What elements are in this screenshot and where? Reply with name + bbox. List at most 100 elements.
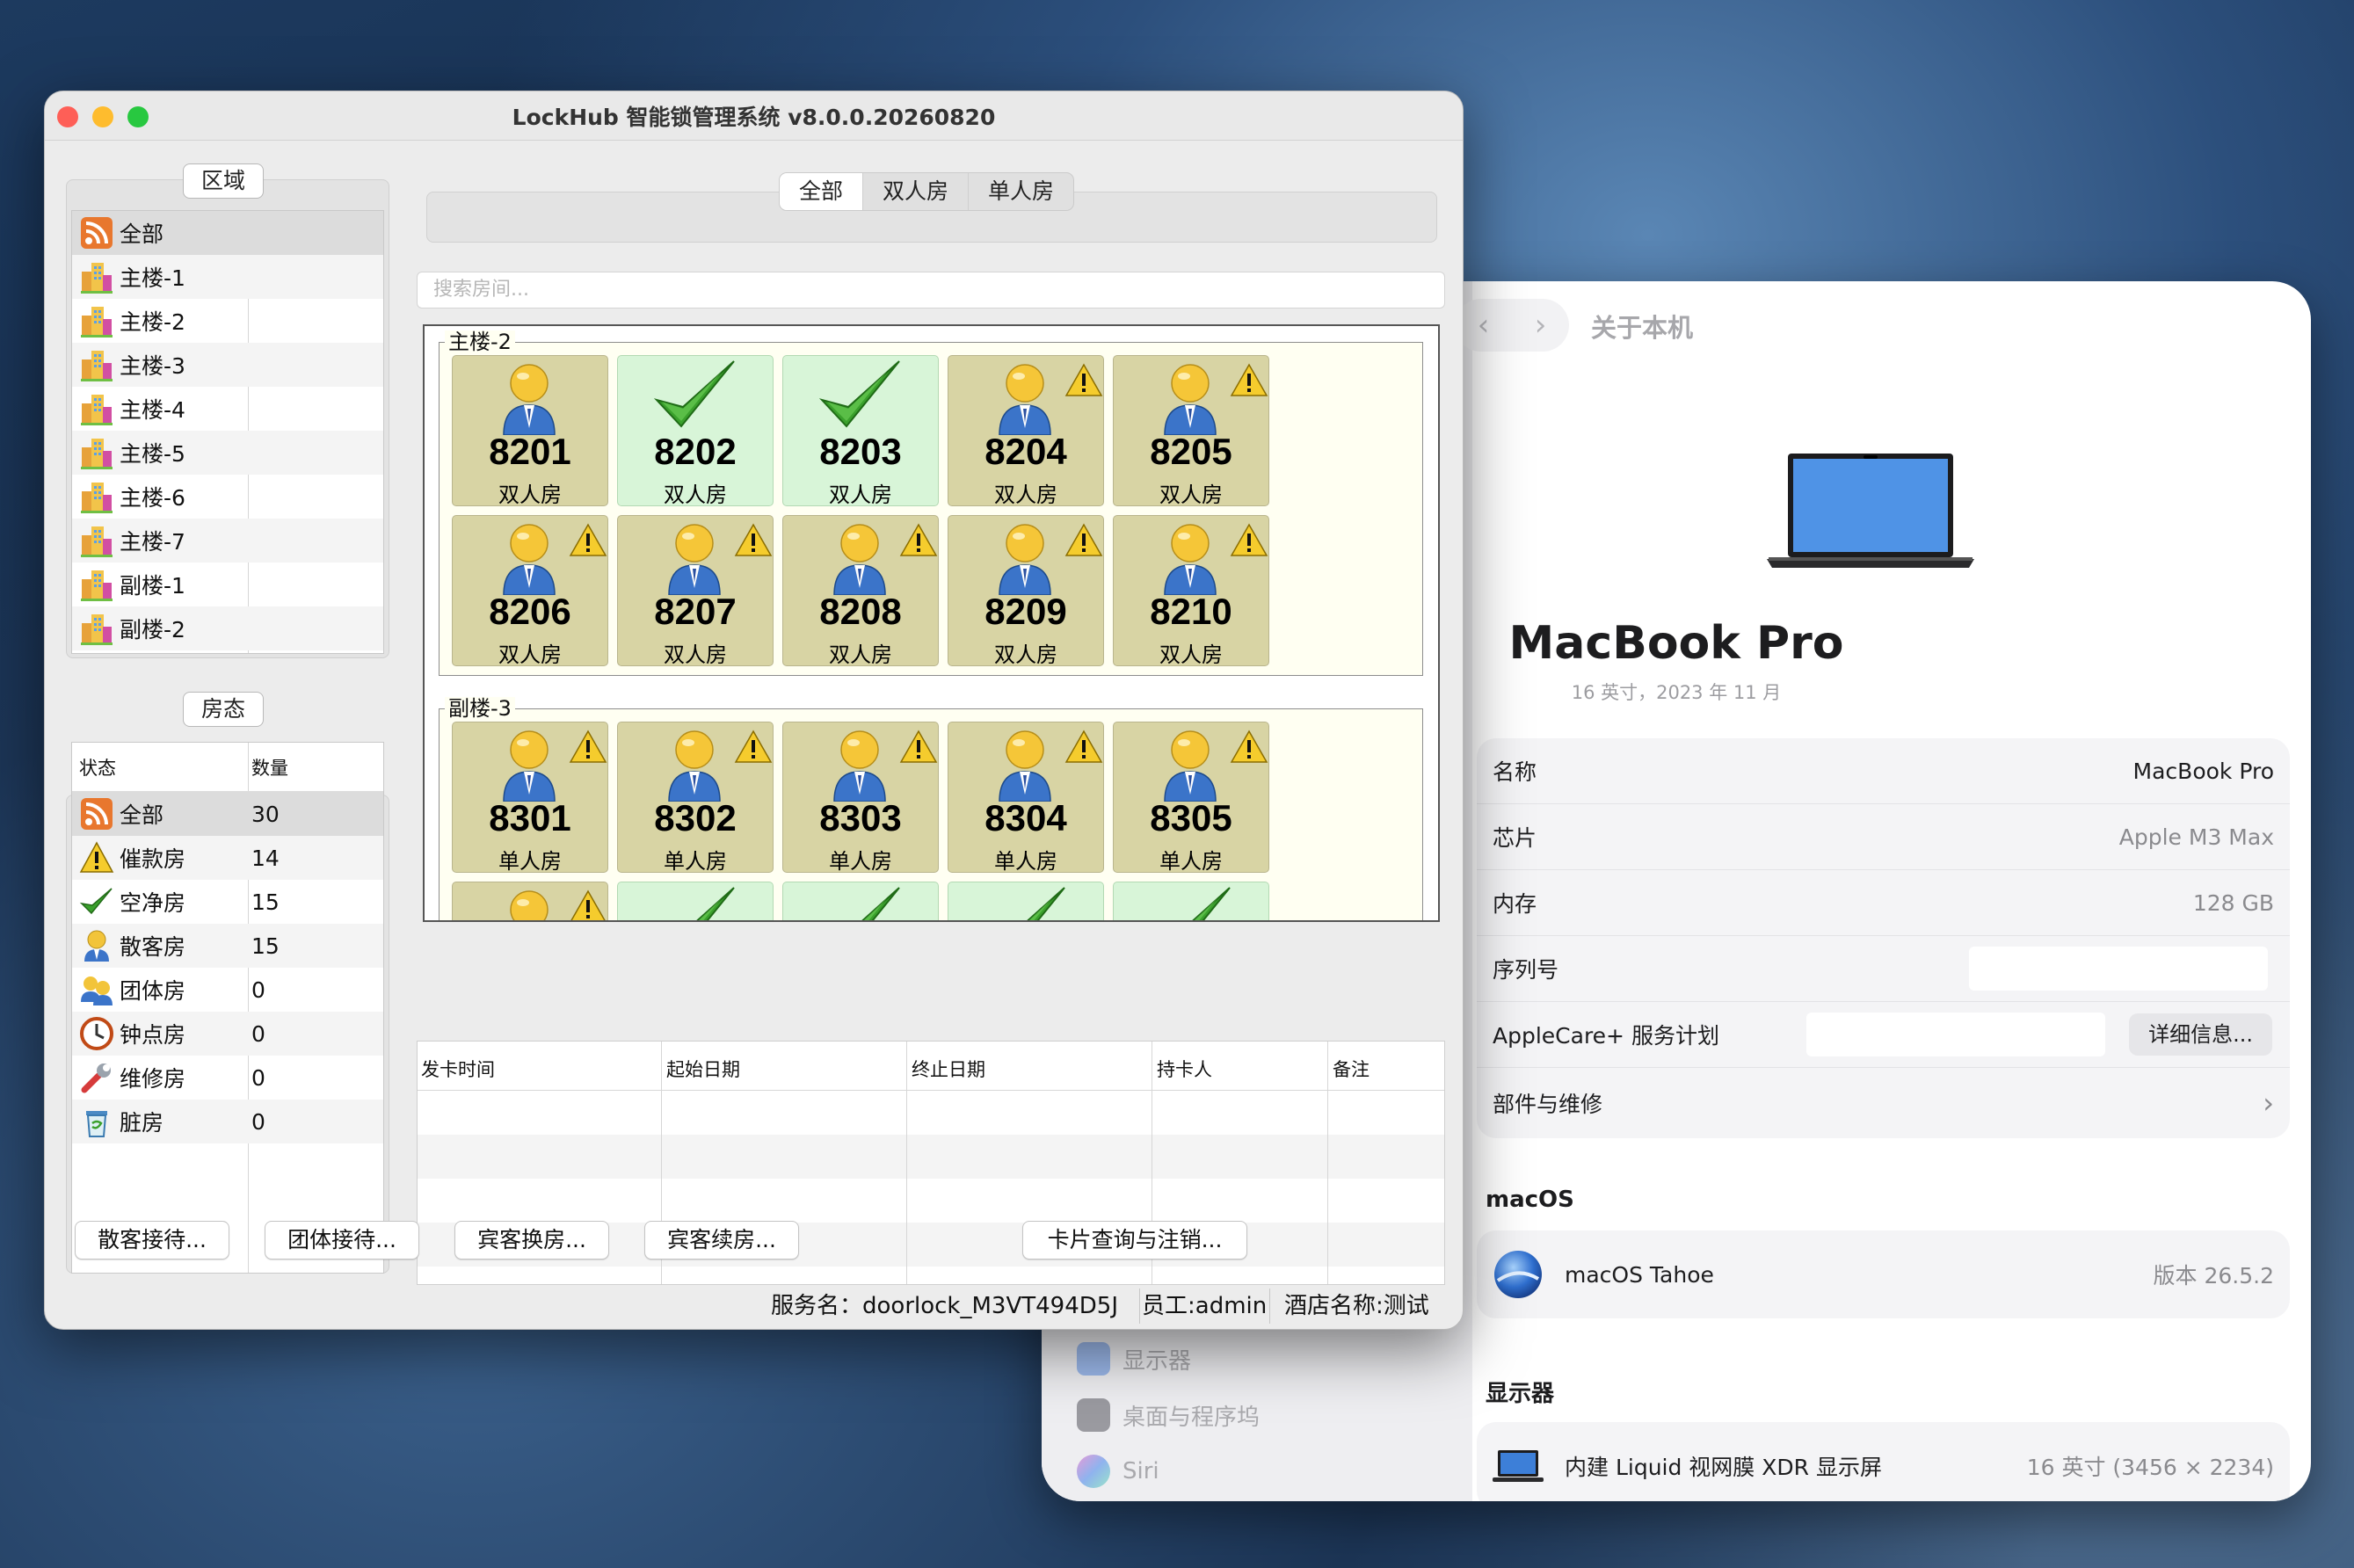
room-type: 双人房 [829, 642, 892, 666]
table-row[interactable] [418, 1091, 1444, 1135]
walkin-checkin-button[interactable]: 散客接待... [75, 1221, 229, 1259]
room-tile[interactable]: 8206 双人房 [452, 515, 608, 666]
room-tile[interactable]: 8301 单人房 [452, 722, 608, 873]
status-count: 0 [251, 976, 265, 1003]
area-item-label: 副楼-1 [120, 573, 185, 599]
room-number: 8204 [984, 431, 1067, 472]
status-count: 30 [251, 801, 280, 827]
group-checkin-button[interactable]: 团体接待... [265, 1221, 419, 1259]
change-room-button[interactable]: 宾客换房... [454, 1221, 609, 1259]
area-item[interactable]: 主楼-3 [72, 343, 383, 387]
room-tile[interactable] [948, 882, 1104, 920]
room-group-title: 主楼-2 [445, 330, 515, 353]
room-type: 双人房 [829, 483, 892, 506]
status-count: 14 [251, 845, 280, 871]
area-item[interactable]: 主楼-4 [72, 387, 383, 431]
sidebar-item-label: Siri [1123, 1458, 1159, 1485]
staff-status: 员工:admin [1142, 1293, 1268, 1319]
room-tile[interactable]: 8304 单人房 [948, 722, 1104, 873]
forward-arrow-icon[interactable]: › [1535, 308, 1547, 343]
guest-person-icon [1159, 728, 1221, 802]
area-item[interactable]: 主楼-7 [72, 519, 383, 563]
tab-single[interactable]: 单人房 [969, 173, 1073, 210]
serial-number-field [1969, 947, 2268, 991]
payment-warning-icon [569, 889, 607, 920]
room-type: 单人房 [994, 849, 1057, 873]
status-row[interactable]: 催款房 14 [72, 836, 383, 880]
area-item[interactable]: 副楼-1 [72, 563, 383, 606]
status-row[interactable]: 维修房 0 [72, 1056, 383, 1100]
status-row[interactable]: 空净房 15 [72, 880, 383, 924]
area-item[interactable]: 全部 [72, 211, 383, 255]
status-row[interactable]: 团体房 0 [72, 968, 383, 1012]
room-tile[interactable] [452, 882, 608, 920]
tab-all[interactable]: 全部 [780, 173, 864, 210]
card-table-column-header[interactable]: 备注 [1333, 1056, 1370, 1082]
room-group: 副楼-3 8301 单人房 8302 单人房 8303 单人房 8304 单人房 8305 单人房 [439, 697, 1423, 920]
card-table-column-header[interactable]: 终止日期 [912, 1056, 985, 1082]
area-item[interactable]: 主楼-1 [72, 255, 383, 299]
column-divider [906, 1042, 907, 1284]
column-header-count: 数量 [251, 757, 288, 779]
room-tile[interactable]: 8205 双人房 [1113, 355, 1269, 506]
lockhub-window: LockHub 智能锁管理系统 v8.0.0.20260820 区域 全部 主楼-… [44, 91, 1464, 1330]
payment-warning-icon [734, 730, 773, 765]
zoom-window-icon[interactable] [127, 106, 149, 127]
room-tile[interactable] [1113, 882, 1269, 920]
area-item[interactable]: 主楼-2 [72, 299, 383, 343]
parts-and-service-row[interactable]: 部件与维修 › [1477, 1068, 2290, 1138]
room-tile[interactable]: 8210 双人房 [1113, 515, 1269, 666]
room-tile[interactable] [782, 882, 939, 920]
person-icon [79, 928, 114, 963]
specs-card: 名称 MacBook Pro 芯片 Apple M3 Max 内存 128 GB… [1477, 738, 2290, 1138]
room-tile[interactable]: 8303 单人房 [782, 722, 939, 873]
payment-warning-icon [569, 730, 607, 765]
status-row[interactable]: 散客房 15 [72, 924, 383, 968]
room-tile[interactable]: 8207 双人房 [617, 515, 774, 666]
payment-warning-icon [899, 730, 938, 765]
room-type: 单人房 [498, 849, 562, 873]
sidebar-item-displays[interactable]: 显示器 [1077, 1334, 1191, 1383]
extend-stay-button[interactable]: 宾客续房... [644, 1221, 799, 1259]
card-table-column-header[interactable]: 发卡时间 [421, 1056, 495, 1082]
warning-icon [79, 840, 114, 875]
room-type: 单人房 [664, 849, 727, 873]
status-row[interactable]: 全部 30 [72, 792, 383, 836]
minimize-window-icon[interactable] [92, 106, 113, 127]
table-row[interactable] [418, 1135, 1444, 1179]
back-arrow-icon[interactable]: ‹ [1478, 308, 1490, 343]
table-row[interactable] [418, 1179, 1444, 1223]
status-row[interactable]: 钟点房 0 [72, 1012, 383, 1056]
tab-double[interactable]: 双人房 [863, 173, 970, 210]
room-tile[interactable] [617, 882, 774, 920]
spec-label: 序列号 [1493, 957, 1559, 983]
close-window-icon[interactable] [57, 106, 78, 127]
guest-person-icon [1159, 361, 1221, 436]
area-item[interactable]: 主楼-5 [72, 431, 383, 475]
guest-person-icon [1159, 521, 1221, 596]
room-tile[interactable]: 8209 双人房 [948, 515, 1104, 666]
room-tile[interactable]: 8302 单人房 [617, 722, 774, 873]
room-search-input[interactable]: 搜索房间... [417, 272, 1445, 309]
card-table-column-header[interactable]: 持卡人 [1157, 1056, 1212, 1082]
sidebar-item-siri[interactable]: Siri [1077, 1447, 1159, 1496]
status-row[interactable]: 脏房 0 [72, 1100, 383, 1143]
details-button[interactable]: 详细信息... [2129, 1013, 2272, 1056]
spec-label: 部件与维修 [1493, 1092, 1603, 1117]
room-tile[interactable]: 8202 双人房 [617, 355, 774, 506]
area-item[interactable]: 副楼-2 [72, 606, 383, 650]
room-tile[interactable]: 8204 双人房 [948, 355, 1104, 506]
room-tile[interactable]: 8305 单人房 [1113, 722, 1269, 873]
room-tile[interactable]: 8208 双人房 [782, 515, 939, 666]
card-table-column-header[interactable]: 起始日期 [666, 1056, 740, 1082]
room-tile[interactable]: 8201 双人房 [452, 355, 608, 506]
room-tile[interactable]: 8203 双人房 [782, 355, 939, 506]
area-item[interactable]: 主楼-6 [72, 475, 383, 519]
room-number: 8202 [654, 431, 737, 472]
room-grid-area[interactable]: 主楼-2 8201 双人房 8202 双人房 8203 双人房 8204 双人房 8205 双人房 8… [423, 324, 1440, 922]
sidebar-item-desktop-dock[interactable]: 桌面与程序坞 [1077, 1390, 1260, 1440]
card-query-cancel-button[interactable]: 卡片查询与注销... [1022, 1221, 1247, 1259]
about-toolbar: ‹ › 关于本机 [1455, 281, 2307, 369]
payment-warning-icon [1064, 730, 1103, 765]
vacant-checkmark-icon [1147, 882, 1235, 920]
